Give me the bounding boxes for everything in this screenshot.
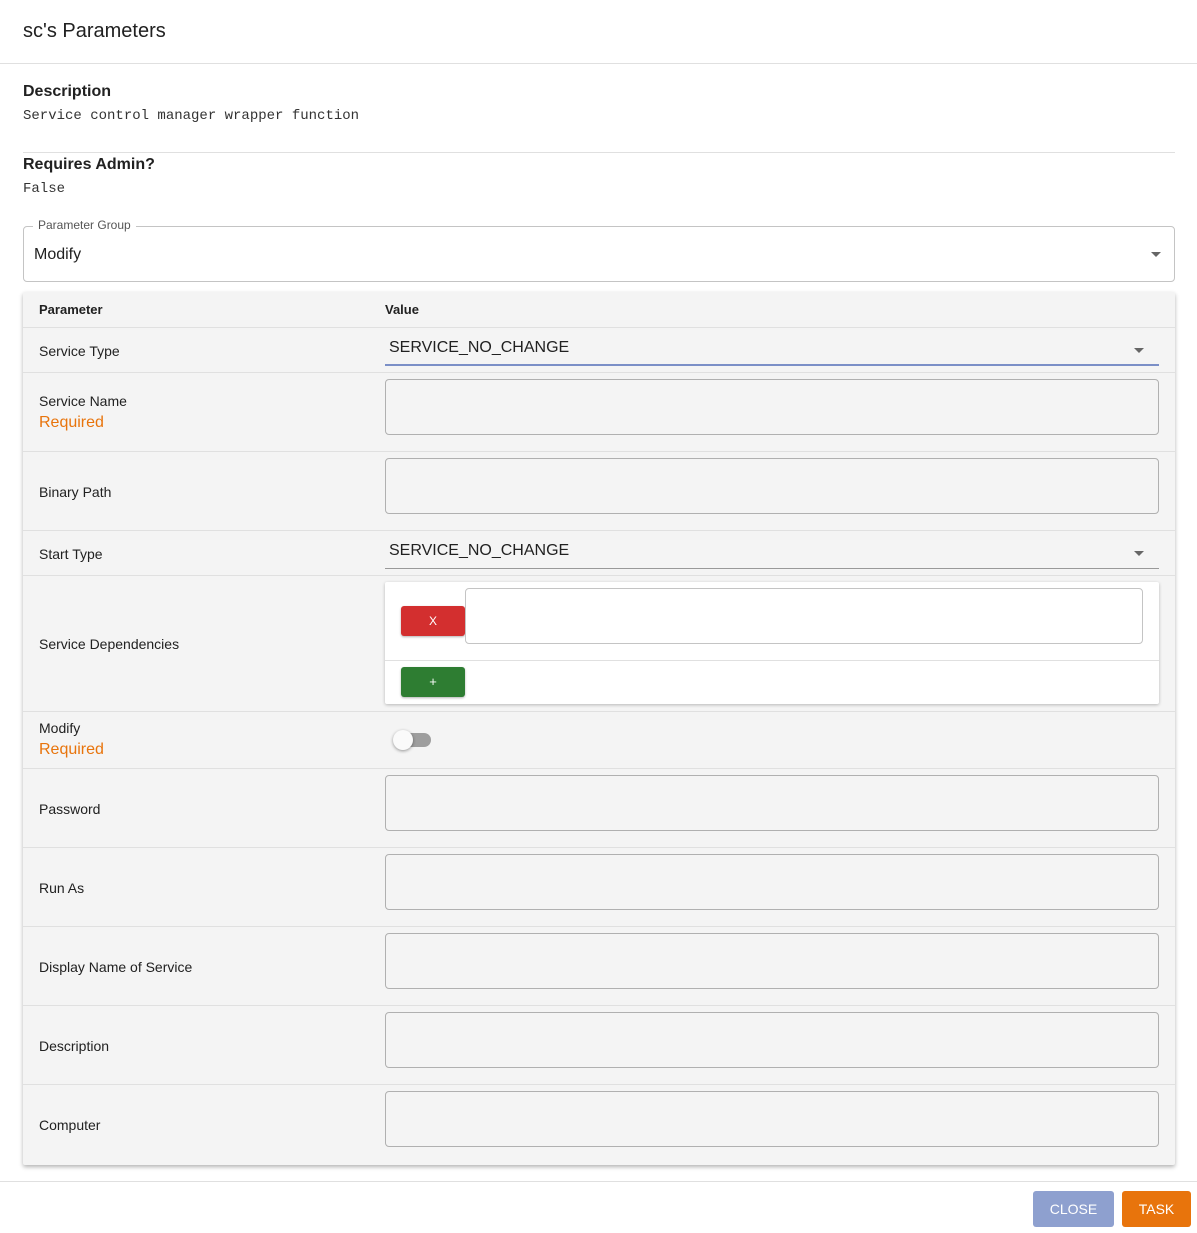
parameter-group-value: Modify — [34, 246, 82, 263]
required-label: Required — [39, 414, 104, 431]
service-dependencies-list: X + — [385, 582, 1159, 704]
description-input[interactable] — [385, 1012, 1159, 1068]
row-label: Binary Path — [39, 484, 112, 500]
header-value: Value — [385, 302, 419, 317]
computer-input[interactable] — [385, 1091, 1159, 1147]
service-name-input[interactable] — [385, 379, 1159, 435]
parameter-group-label: Parameter Group — [33, 218, 136, 232]
display-name-input[interactable] — [385, 933, 1159, 989]
add-dependency-button[interactable]: + — [401, 667, 465, 697]
table-row: Run As — [23, 848, 1175, 927]
dialog-content: Description Service control manager wrap… — [0, 64, 1197, 1181]
divider — [23, 152, 1175, 153]
row-label: Modify — [39, 720, 81, 736]
row-label: Service Dependencies — [39, 636, 180, 652]
table-row: Start Type SERVICE_NO_CHANGE — [23, 531, 1175, 576]
row-label: Service Name — [39, 393, 127, 409]
dependency-input[interactable] — [465, 588, 1143, 644]
description-text: Service control manager wrapper function — [23, 108, 360, 124]
start-type-select[interactable]: SERVICE_NO_CHANGE — [385, 532, 1159, 569]
chevron-down-icon — [1134, 551, 1144, 556]
row-label: Run As — [39, 880, 85, 896]
header-parameter: Parameter — [39, 302, 103, 317]
requires-admin-value: False — [23, 181, 66, 197]
parameters-table: Parameter Value Service Type SERVICE_NO_… — [23, 292, 1175, 1165]
chevron-down-icon — [1151, 252, 1161, 257]
row-label: Service Type — [39, 343, 120, 359]
dialog-title: sc's Parameters — [0, 0, 1197, 64]
service-type-select[interactable]: SERVICE_NO_CHANGE — [385, 329, 1159, 366]
requires-admin-heading: Requires Admin? — [23, 156, 155, 173]
close-button[interactable]: CLOSE — [1033, 1191, 1114, 1227]
chevron-down-icon — [1134, 348, 1144, 353]
table-row: Password — [23, 769, 1175, 848]
table-row: Service Type SERVICE_NO_CHANGE — [23, 328, 1175, 373]
select-value: SERVICE_NO_CHANGE — [389, 339, 570, 356]
password-input[interactable] — [385, 775, 1159, 831]
row-label: Computer — [39, 1117, 101, 1133]
row-label: Password — [39, 801, 101, 817]
table-row: Computer — [23, 1085, 1175, 1165]
parameter-group-select[interactable]: Parameter Group Modify — [23, 218, 1175, 282]
remove-dependency-button[interactable]: X — [401, 606, 465, 636]
row-label: Description — [39, 1038, 110, 1054]
description-heading: Description — [23, 83, 112, 100]
row-label: Display Name of Service — [39, 959, 193, 975]
divider — [385, 660, 1159, 661]
table-row: Modify Required — [23, 712, 1175, 769]
table-row: Service Name Required — [23, 373, 1175, 452]
binary-path-input[interactable] — [385, 458, 1159, 514]
required-label: Required — [39, 741, 104, 758]
table-row: Service Dependencies X + — [23, 576, 1175, 712]
table-row: Description — [23, 1006, 1175, 1085]
run-as-input[interactable] — [385, 854, 1159, 910]
table-header: Parameter Value — [23, 292, 1175, 328]
table-row: Binary Path — [23, 452, 1175, 531]
table-row: Display Name of Service — [23, 927, 1175, 1006]
row-label: Start Type — [39, 546, 103, 562]
toggle-thumb[interactable] — [393, 730, 413, 750]
task-button[interactable]: TASK — [1122, 1191, 1191, 1227]
select-value: SERVICE_NO_CHANGE — [389, 542, 570, 559]
dialog-footer: CLOSE TASK — [0, 1181, 1197, 1233]
